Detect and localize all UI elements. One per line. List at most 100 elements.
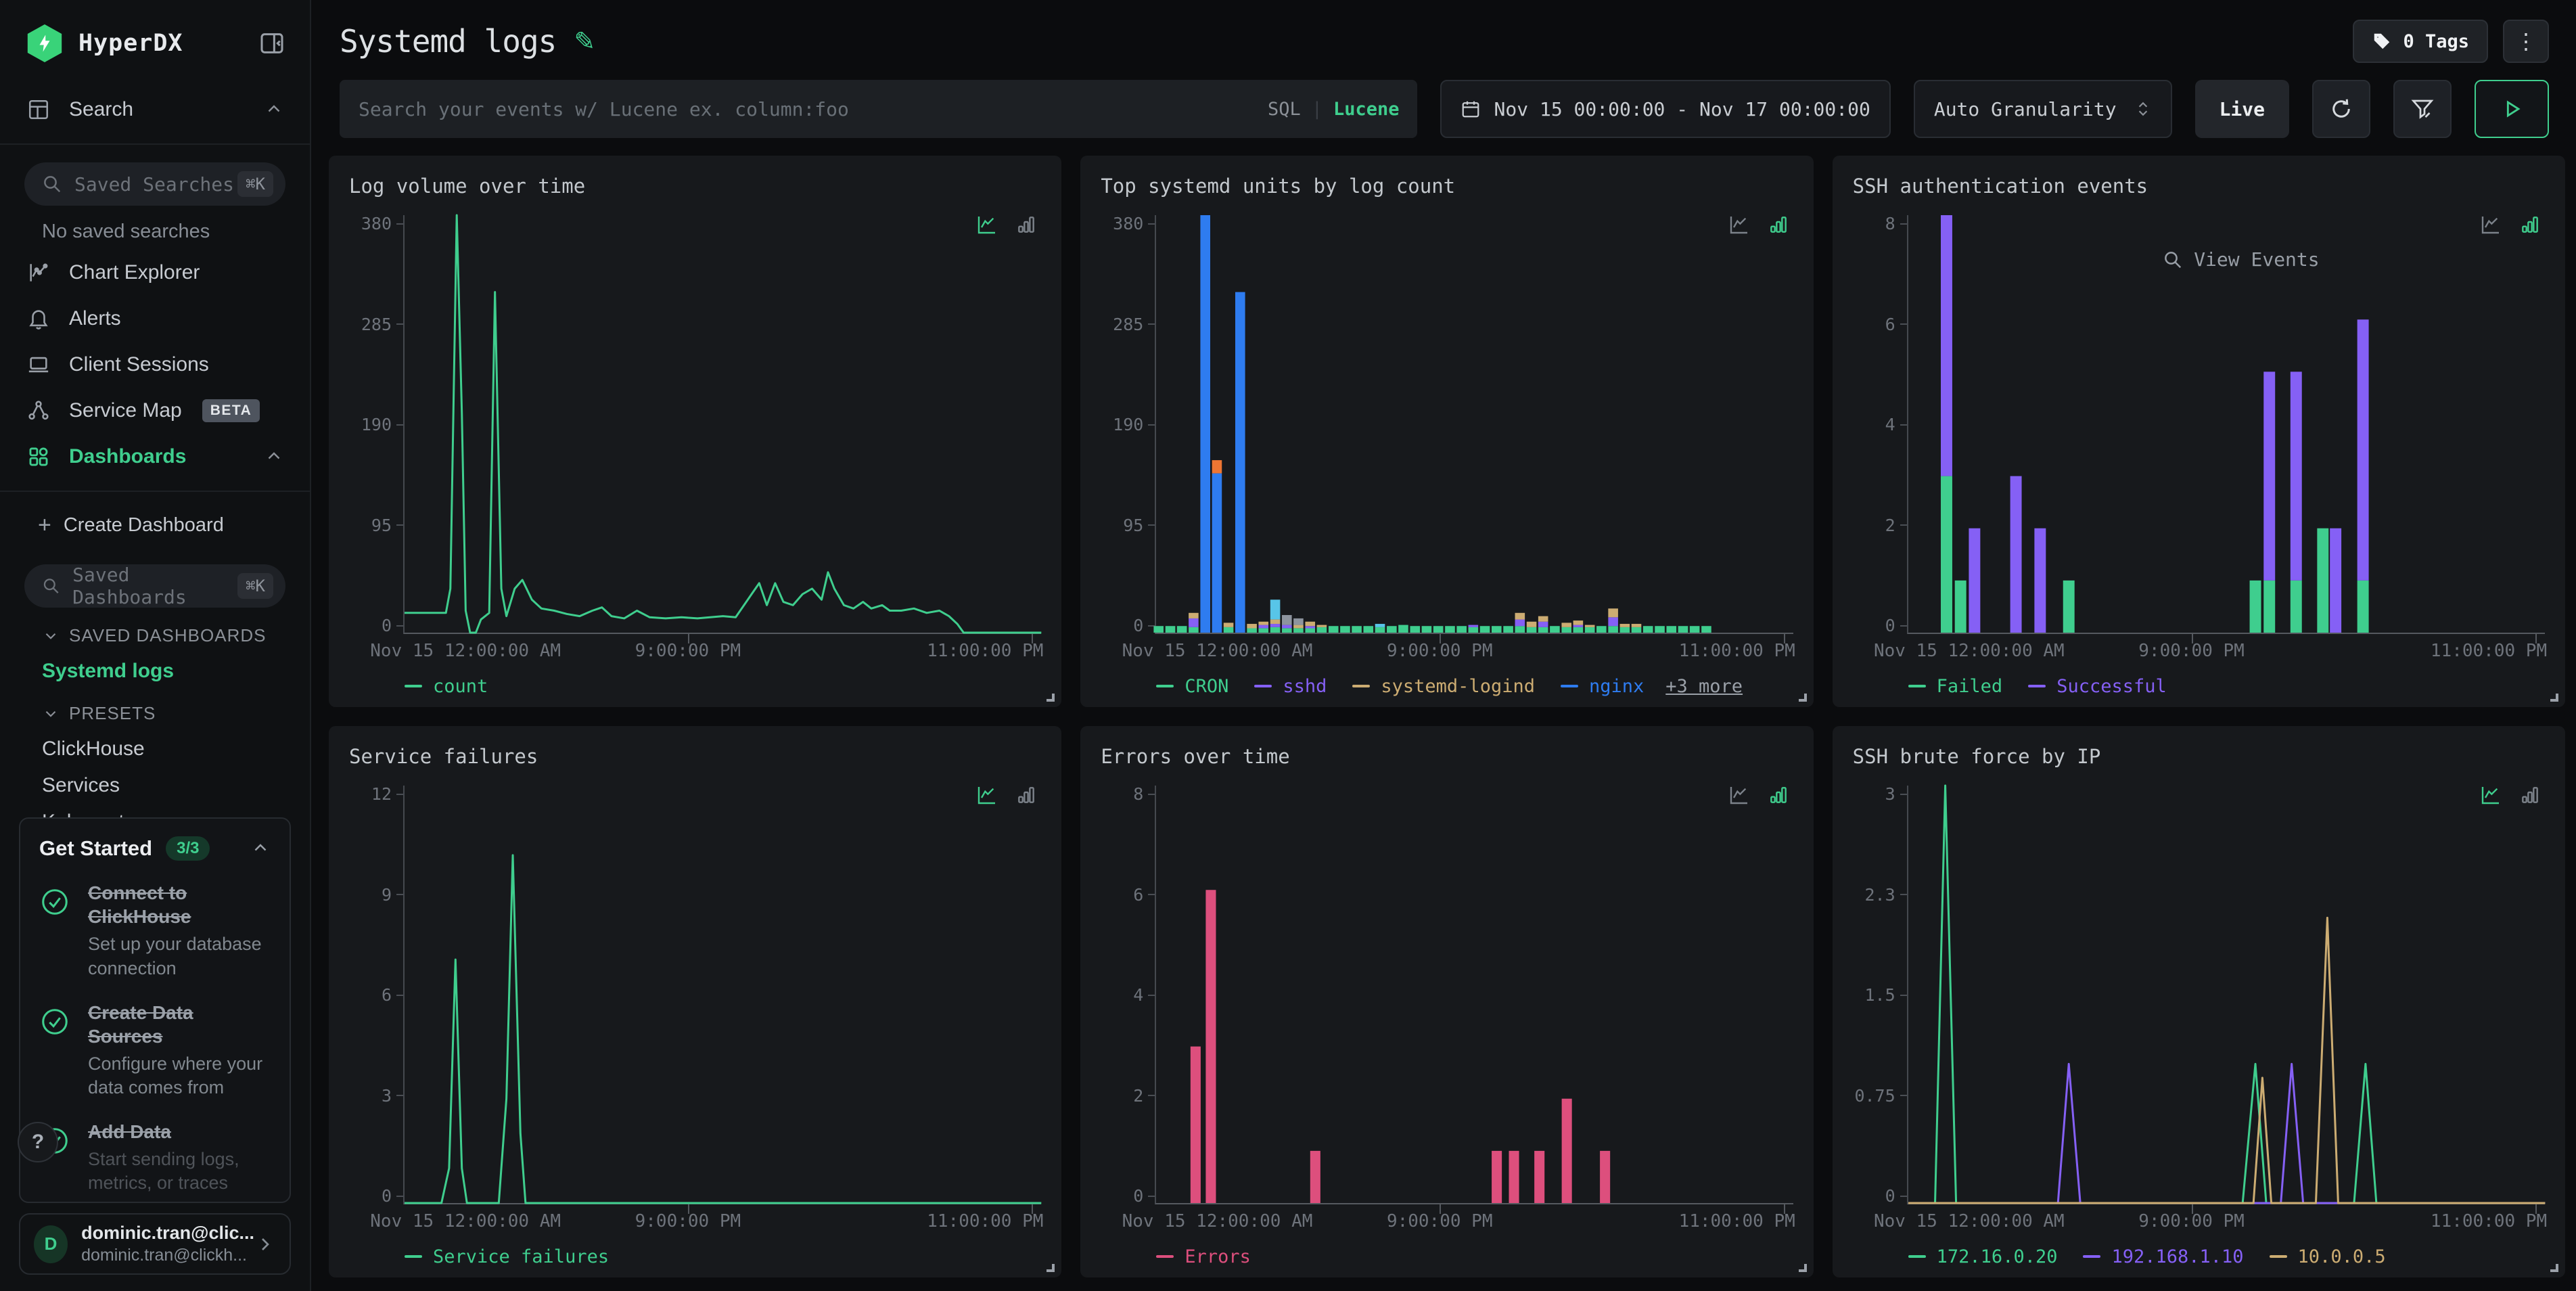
bar-segment-systemd-logind <box>1247 624 1258 628</box>
bar-segment-CRON <box>1329 626 1339 633</box>
presets-group[interactable]: PRESETS <box>0 689 310 731</box>
legend-item[interactable]: sshd <box>1254 676 1327 697</box>
event-search-input[interactable]: Search your events w/ Lucene ex. column:… <box>340 80 1417 138</box>
chevron-down-icon <box>42 627 60 645</box>
bar-segment-systemd-logind <box>1306 622 1316 626</box>
legend-item[interactable]: CRON <box>1156 676 1228 697</box>
series-line-192.168.1.10 <box>1908 1064 2545 1203</box>
legend-more-link[interactable]: +3 more <box>1665 676 1743 697</box>
get-started-card: Get Started 3/3 Connect to ClickHouse Se… <box>19 817 291 1203</box>
bar-segment-systemd-logind <box>1527 622 1537 627</box>
chevron-up-icon[interactable] <box>264 99 284 120</box>
sidebar-item-chart-explorer[interactable]: Chart Explorer <box>0 250 310 296</box>
bar-segment-sshd <box>1609 617 1619 626</box>
panel-resize-handle[interactable] <box>1046 694 1055 702</box>
bar-segment-Errors <box>1206 890 1216 1203</box>
chevron-up-icon[interactable] <box>250 838 271 859</box>
y-axis-label: 95 <box>371 517 403 534</box>
y-axis-label: 0 <box>1885 1187 1907 1204</box>
legend-item[interactable]: Service failures <box>405 1246 609 1267</box>
sidebar-collapse-icon[interactable] <box>258 30 285 57</box>
beta-badge: BETA <box>202 399 260 422</box>
saved-dashboards-input[interactable]: Saved Dashboards ⌘K <box>24 564 285 608</box>
mode-lucene[interactable]: Lucene <box>1333 99 1400 120</box>
bar-segment-CRON <box>1375 627 1385 633</box>
bar-segment-nginx <box>1212 474 1222 633</box>
play-icon <box>2500 97 2523 120</box>
main-content: Systemd logs ✎ 0 Tags ⋮ Search your even… <box>311 0 2576 1291</box>
legend-label: nginx <box>1589 676 1644 697</box>
bar-segment-CRON <box>1527 627 1537 633</box>
x-axis-label: 11:00:00 PM <box>927 641 1043 661</box>
bar-segment-Failed <box>2263 581 2275 633</box>
get-started-step-add-data[interactable]: Add Data Start sending logs, metrics, or… <box>39 1120 271 1195</box>
user-card[interactable]: D dominic.tran@clic... dominic.tran@clic… <box>19 1213 291 1275</box>
legend-item[interactable]: 172.16.0.20 <box>1908 1246 2058 1267</box>
bar-segment-other-gray <box>1282 615 1292 625</box>
legend-item[interactable]: 192.168.1.10 <box>2083 1246 2243 1267</box>
panel-resize-handle[interactable] <box>1799 694 1807 702</box>
legend-item[interactable]: nginx <box>1561 676 1644 697</box>
dashboard-link-systemd-logs[interactable]: Systemd logs <box>0 653 310 689</box>
legend-item[interactable]: systemd-logind <box>1352 676 1535 697</box>
panel-resize-handle[interactable] <box>1046 1264 1055 1272</box>
y-axis-label: 190 <box>1113 416 1155 433</box>
bar-segment-CRON <box>1317 627 1327 633</box>
y-axis-label: 2 <box>1133 1087 1155 1104</box>
panel-resize-handle[interactable] <box>1799 1264 1807 1272</box>
run-query-button[interactable] <box>2475 80 2549 138</box>
time-range-picker[interactable]: Nov 15 00:00:00 - Nov 17 00:00:00 <box>1440 80 1891 138</box>
create-dashboard-button[interactable]: + Create Dashboard <box>0 504 310 547</box>
divider <box>0 491 310 492</box>
legend-item[interactable]: count <box>405 676 488 697</box>
bar-segment-systemd-logind <box>1620 624 1630 627</box>
live-button[interactable]: Live <box>2195 80 2289 138</box>
saved-dashboards-placeholder: Saved Dashboards <box>72 564 237 608</box>
bar-segment-Successful <box>2263 371 2275 581</box>
granularity-select[interactable]: Auto Granularity <box>1914 80 2172 138</box>
bar-segment-sshd <box>1282 625 1292 629</box>
check-circle-icon <box>39 1001 88 1100</box>
panel-resize-handle[interactable] <box>2550 1264 2558 1272</box>
legend-dash-icon <box>1254 685 1272 687</box>
x-axis-label: 9:00:00 PM <box>635 641 741 661</box>
filter-button[interactable] <box>2393 80 2452 138</box>
logo-row: HyperDX <box>0 0 310 62</box>
tags-button[interactable]: 0 Tags <box>2353 20 2488 63</box>
sidebar-item-client-sessions[interactable]: Client Sessions <box>0 342 310 388</box>
refresh-button[interactable] <box>2312 80 2370 138</box>
legend-item[interactable]: Successful <box>2028 676 2167 697</box>
y-axis-label: 4 <box>1885 416 1907 433</box>
get-started-step-sources[interactable]: Create Data Sources Configure where your… <box>39 1001 271 1100</box>
bar-segment-CRON <box>1585 627 1595 633</box>
chart-explorer-icon <box>26 261 51 284</box>
bar-segment-Successful <box>1941 215 1952 476</box>
bar-segment-CRON <box>1562 627 1572 633</box>
bar-segment-CRON <box>1259 629 1269 633</box>
legend-item[interactable]: Failed <box>1908 676 2003 697</box>
sidebar-item-search[interactable]: Search <box>0 87 310 133</box>
bar-segment-CRON <box>1690 626 1700 633</box>
legend-dash-icon <box>1156 685 1174 687</box>
legend-item[interactable]: 10.0.0.5 <box>2270 1246 2386 1267</box>
sidebar-item-alerts[interactable]: Alerts <box>0 296 310 342</box>
panel-resize-handle[interactable] <box>2550 694 2558 702</box>
edit-title-icon[interactable]: ✎ <box>574 26 595 57</box>
get-started-step-connect[interactable]: Connect to ClickHouse Set up your databa… <box>39 881 271 980</box>
chevron-up-icon[interactable] <box>264 447 284 467</box>
sidebar-item-dashboards[interactable]: Dashboards <box>0 434 310 480</box>
bar-segment-CRON <box>1550 626 1560 633</box>
help-button[interactable]: ? <box>18 1122 58 1162</box>
saved-dashboards-group[interactable]: SAVED DASHBOARDS <box>0 612 310 653</box>
mode-sql[interactable]: SQL <box>1268 99 1301 120</box>
bar-segment-Failed <box>2063 581 2074 633</box>
legend-item[interactable]: Errors <box>1156 1246 1251 1267</box>
dashboard-link-services[interactable]: Services <box>0 767 310 804</box>
y-axis-label: 4 <box>1133 987 1155 1003</box>
saved-searches-input[interactable]: Saved Searches ⌘K <box>24 162 285 206</box>
bar-segment-other-orange <box>1212 460 1222 473</box>
dashboard-link-clickhouse[interactable]: ClickHouse <box>0 731 310 767</box>
view-events-link[interactable]: View Events <box>2163 248 2319 271</box>
dashboard-menu-button[interactable]: ⋮ <box>2503 20 2549 63</box>
sidebar-item-service-map[interactable]: Service Map BETA <box>0 388 310 434</box>
